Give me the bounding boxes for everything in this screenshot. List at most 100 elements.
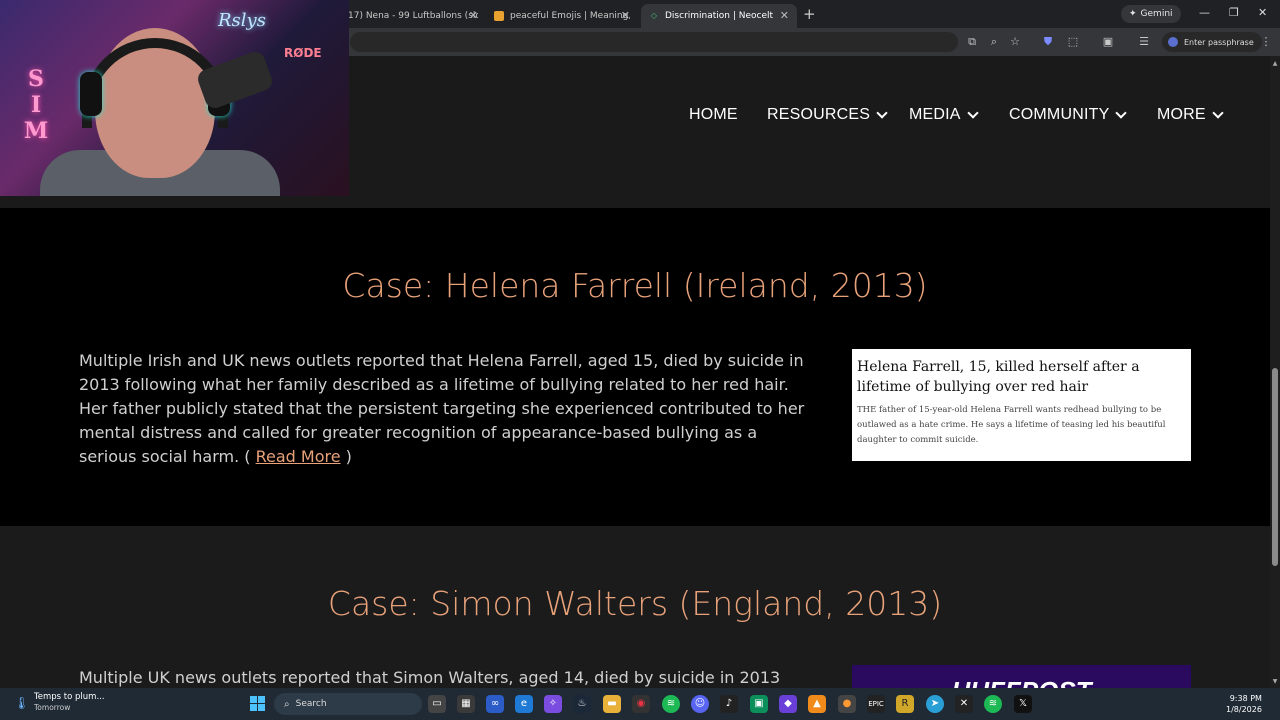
nav-home[interactable]: HOME xyxy=(689,106,738,124)
tab-search-icon[interactable]: ▣ xyxy=(1101,35,1115,49)
weather-widget[interactable]: 🌡 Temps to plum... Tomorrow xyxy=(14,692,105,713)
case-section-simon: Case: Simon Walters (England, 2013) Mult… xyxy=(0,526,1270,688)
bookmark-star-icon[interactable]: ☆ xyxy=(1008,35,1022,49)
read-more-link[interactable]: Read More xyxy=(256,447,341,466)
nav-community[interactable]: COMMUNITY xyxy=(1009,106,1128,124)
profile-avatar xyxy=(1168,37,1178,47)
mic-brand-label: RØDE xyxy=(284,46,322,60)
neon-sign-text: Rslys xyxy=(218,10,266,31)
passphrase-button[interactable]: Enter passphrase xyxy=(1162,32,1262,52)
tab-label: peaceful Emojis | Meaning, Co xyxy=(510,11,630,21)
telegram-icon[interactable]: ➤ xyxy=(926,695,944,713)
gemini-label: Gemini xyxy=(1140,9,1173,19)
case-text: Multiple Irish and UK news outlets repor… xyxy=(79,349,814,469)
minimize-button[interactable]: — xyxy=(1199,6,1210,19)
weather-line1: Temps to plum... xyxy=(34,692,105,702)
epic-games-icon[interactable]: EPIC xyxy=(867,695,885,713)
app-r-icon[interactable]: R xyxy=(896,695,914,713)
webcam-overlay: Rslys SIM RØDE xyxy=(0,0,349,196)
reading-list-icon[interactable]: ☰ xyxy=(1137,35,1151,49)
chevron-down-icon xyxy=(1115,106,1128,119)
scroll-up-icon[interactable]: ▲ xyxy=(1271,60,1279,67)
thermometer-icon: 🌡 xyxy=(14,695,30,710)
menu-kebab-icon[interactable]: ⋮ xyxy=(1259,35,1273,49)
headset-earcup-left xyxy=(80,72,102,116)
steam-icon[interactable]: ♨ xyxy=(573,695,591,713)
store-icon[interactable]: ▦ xyxy=(457,695,475,713)
task-view-icon[interactable]: ▭ xyxy=(428,695,446,713)
chevron-down-icon xyxy=(876,106,888,119)
news-headline: Helena Farrell, 15, killed herself after… xyxy=(857,359,1140,395)
nav-label: HOME xyxy=(689,106,738,123)
weather-line2: Tomorrow xyxy=(34,703,71,712)
zoom-icon[interactable]: ⌕ xyxy=(987,35,1001,49)
address-bar[interactable] xyxy=(350,32,958,52)
extensions-icon[interactable]: ⬚ xyxy=(1066,35,1080,49)
file-explorer-icon[interactable]: ▬ xyxy=(603,695,621,713)
system-clock[interactable]: 9:38 PM 1/8/2026 xyxy=(1226,693,1262,715)
neocelt-icon: ◇ xyxy=(650,11,658,20)
news-clipping-image: Helena Farrell, 15, killed herself after… xyxy=(852,349,1191,461)
clock-time: 9:38 PM xyxy=(1229,694,1262,703)
scrollbar-thumb[interactable] xyxy=(1272,368,1278,566)
install-app-icon[interactable]: ⧉ xyxy=(965,35,979,49)
spotify-icon-2[interactable]: ≋ xyxy=(984,695,1002,713)
case-section-helena: Case: Helena Farrell (Ireland, 2013) Mul… xyxy=(0,208,1270,526)
case-title: Case: Simon Walters (England, 2013) xyxy=(327,584,943,623)
close-icon[interactable]: ✕ xyxy=(469,9,478,22)
chevron-down-icon xyxy=(967,106,979,119)
close-icon[interactable]: ✕ xyxy=(780,9,789,22)
tab-label: Discrimination | Neocelt xyxy=(665,11,774,21)
windows-taskbar: 🌡 Temps to plum... Tomorrow ⌕ Search ▭ ▦… xyxy=(0,688,1280,720)
copilot-icon[interactable]: ✧ xyxy=(544,695,562,713)
nav-label: RESOURCES xyxy=(767,106,871,123)
chevron-down-icon xyxy=(1212,106,1224,119)
vlc-icon[interactable]: ▲ xyxy=(808,695,826,713)
nav-more[interactable]: MORE xyxy=(1157,106,1224,124)
sparkle-icon: ✦ xyxy=(1129,9,1137,19)
nav-label: MEDIA xyxy=(909,106,961,123)
news-body: THE father of 15-year-old Helena Farrell… xyxy=(857,405,1166,445)
nav-label: COMMUNITY xyxy=(1009,106,1110,123)
nav-media[interactable]: MEDIA xyxy=(909,106,979,124)
close-window-button[interactable]: ✕ xyxy=(1258,6,1267,19)
taskbar-search[interactable]: ⌕ Search xyxy=(274,693,422,715)
search-icon: ⌕ xyxy=(284,698,290,710)
search-label: Search xyxy=(295,699,327,709)
case-text: Multiple UK news outlets reported that S… xyxy=(79,668,781,687)
meta-icon[interactable]: ∞ xyxy=(486,695,504,713)
passphrase-label: Enter passphrase xyxy=(1184,37,1254,47)
discord-icon[interactable]: ☺ xyxy=(691,695,709,713)
tab-discrimination[interactable]: ◇ Discrimination | Neocelt ✕ xyxy=(641,4,797,28)
chrome-icon[interactable]: ◉ xyxy=(632,695,650,713)
bitwarden-shield-icon[interactable]: ⛊ xyxy=(1041,35,1055,49)
app-purple-icon[interactable]: ◆ xyxy=(779,695,797,713)
app-orange-icon[interactable]: ● xyxy=(838,695,856,713)
page-scrollbar[interactable]: ▲ ▼ xyxy=(1270,56,1280,688)
close-paren: ) xyxy=(340,447,352,466)
tab-label: 17) Nena - 99 Luftballons (slo xyxy=(348,11,478,21)
nav-resources[interactable]: RESOURCES xyxy=(767,106,888,124)
tab-nena[interactable]: 17) Nena - 99 Luftballons (slo ✕ xyxy=(340,4,486,28)
app-green-icon[interactable]: ▣ xyxy=(750,695,768,713)
case-body: Multiple Irish and UK news outlets repor… xyxy=(79,351,805,466)
app-x-icon[interactable]: ✕ xyxy=(955,695,973,713)
restore-button[interactable]: ❐ xyxy=(1229,6,1239,19)
new-tab-button[interactable]: + xyxy=(803,5,816,23)
gemini-button[interactable]: ✦ Gemini xyxy=(1121,5,1181,23)
clock-date: 1/8/2026 xyxy=(1226,705,1262,714)
tiktok-icon[interactable]: ♪ xyxy=(720,695,738,713)
case-title: Case: Helena Farrell (Ireland, 2013) xyxy=(342,266,928,305)
nav-label: MORE xyxy=(1157,106,1206,123)
microphone xyxy=(195,49,275,111)
tab-emojis[interactable]: peaceful Emojis | Meaning, Co ✕ xyxy=(486,4,638,28)
spotify-icon[interactable]: ≋ xyxy=(662,695,680,713)
emojipedia-icon xyxy=(494,11,504,21)
wall-sign-text: SIM xyxy=(23,66,49,144)
x-twitter-icon[interactable]: 𝕏 xyxy=(1014,695,1032,713)
windows-start-icon[interactable] xyxy=(250,696,265,711)
huffpost-logo-image: HUFFPOST xyxy=(852,665,1191,688)
scroll-down-icon[interactable]: ▼ xyxy=(1271,678,1279,685)
edge-icon[interactable]: e xyxy=(515,695,533,713)
close-icon[interactable]: ✕ xyxy=(621,9,630,22)
